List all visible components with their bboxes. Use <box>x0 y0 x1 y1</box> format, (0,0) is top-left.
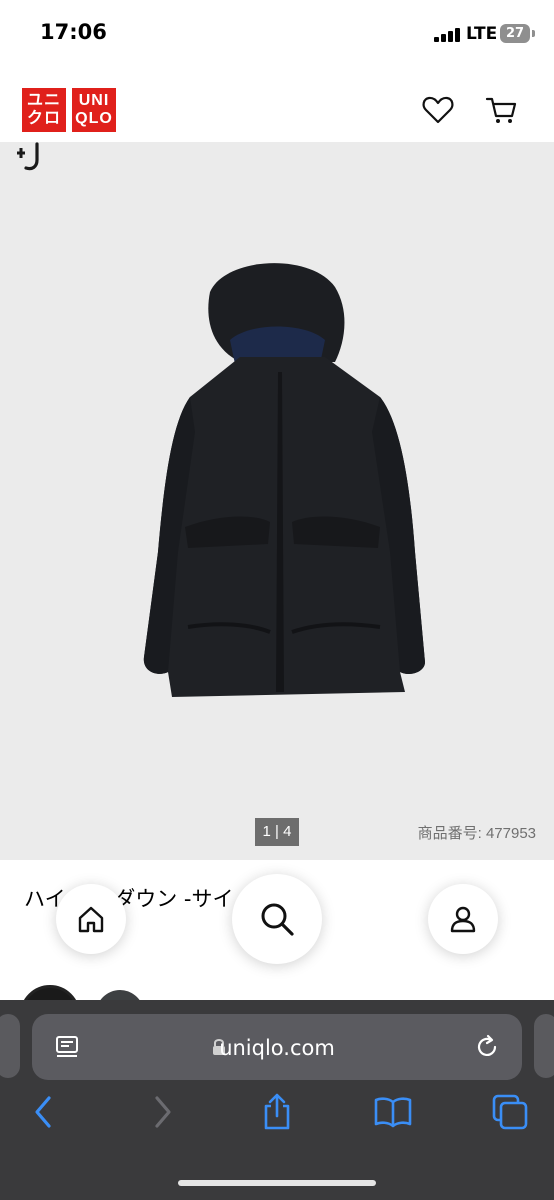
address-bar[interactable]: uniqlo.com <box>32 1014 522 1080</box>
tabs-icon[interactable] <box>490 1092 530 1132</box>
uniqlo-logo-katakana[interactable]: ユニ クロ <box>22 88 66 132</box>
home-icon <box>78 906 104 933</box>
signal-icon <box>434 28 462 42</box>
browser-toolbar: uniqlo.com <box>0 1000 554 1200</box>
logo-latin-top: UNI <box>78 92 110 109</box>
battery-icon: 27 <box>500 24 530 43</box>
reload-icon[interactable] <box>474 1034 500 1060</box>
previous-tab-edge[interactable] <box>0 1014 20 1078</box>
url-text: uniqlo.com <box>219 1036 335 1060</box>
back-icon[interactable] <box>24 1092 64 1132</box>
search-icon <box>261 903 294 936</box>
cart-icon[interactable] <box>484 92 520 128</box>
image-pager: 1 | 4 <box>255 818 299 846</box>
search-button[interactable] <box>232 874 322 964</box>
status-bar: 17:06 LTE 27 <box>0 0 554 68</box>
heart-icon[interactable] <box>420 92 456 128</box>
status-time: 17:06 <box>40 20 107 44</box>
uniqlo-logo-latin[interactable]: UNI QLO <box>72 88 116 132</box>
product-image-carousel[interactable]: 1 | 4 商品番号: 477953 <box>0 142 554 860</box>
logo-katakana-top: ユニ <box>26 92 61 109</box>
forward-icon[interactable] <box>142 1092 182 1132</box>
home-button[interactable] <box>56 884 126 954</box>
jacket-image <box>143 263 425 697</box>
network-label: LTE <box>466 24 498 44</box>
logo-katakana-bottom: クロ <box>26 110 61 127</box>
bookmarks-icon[interactable] <box>373 1092 413 1132</box>
account-button[interactable] <box>428 884 498 954</box>
account-icon <box>450 906 476 933</box>
app-header: ユニ クロ UNI QLO <box>0 68 554 142</box>
home-indicator <box>178 1180 376 1186</box>
logo-latin-bottom: QLO <box>75 110 113 127</box>
next-tab-edge[interactable] <box>534 1014 554 1078</box>
battery-nub <box>532 30 535 37</box>
plus-j-brand-icon <box>17 142 39 171</box>
share-icon[interactable] <box>257 1092 297 1132</box>
product-number: 商品番号: 477953 <box>417 825 536 842</box>
